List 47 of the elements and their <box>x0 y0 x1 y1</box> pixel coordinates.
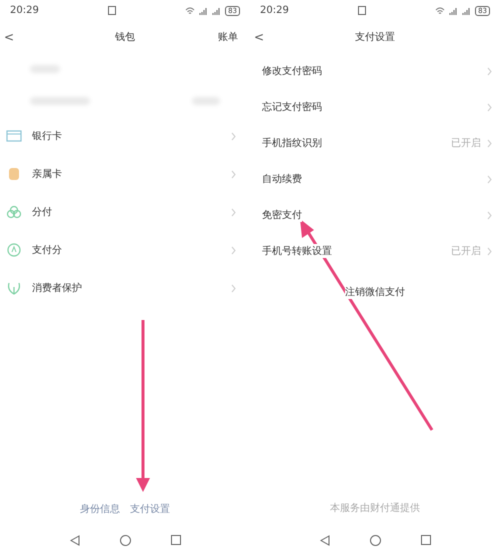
settings-item[interactable]: 修改支付密码 <box>250 53 500 89</box>
chevron-icon <box>487 138 492 148</box>
signal-icon <box>199 6 208 14</box>
footer-note: 本服务由财付通提供 <box>330 502 420 516</box>
wifi-icon <box>435 6 446 14</box>
recents-icon <box>420 535 430 545</box>
chevron-icon <box>231 170 236 178</box>
chevron-icon <box>487 102 492 112</box>
settings-item[interactable]: 手机指纹识别 已开启 <box>250 125 500 161</box>
chevron-icon <box>487 174 492 184</box>
chevron-icon <box>231 208 236 216</box>
chevron-icon <box>487 210 492 220</box>
back-icon <box>320 534 330 546</box>
signal-icon <box>462 6 472 14</box>
bill-link[interactable]: 账单 <box>218 30 250 44</box>
settings-item[interactable]: 忘记支付密码 <box>250 89 500 125</box>
wifi-icon <box>185 6 196 14</box>
list-item[interactable]: 银行卡 <box>0 117 250 155</box>
footer-link[interactable]: 身份信息 <box>80 502 120 516</box>
home-icon <box>370 534 380 546</box>
signal-icon <box>449 6 458 14</box>
list-item[interactable]: 消费者保护 <box>0 269 250 307</box>
screen-title: 支付设置 <box>355 30 395 44</box>
chevron-icon <box>231 284 236 292</box>
list-item[interactable]: 亲属卡 <box>0 155 250 193</box>
list-item[interactable]: 支付分 <box>0 231 250 269</box>
back-icon <box>70 534 80 546</box>
list-item[interactable]: 分付 <box>0 193 250 231</box>
settings-item[interactable]: 手机号转账设置 已开启 <box>250 233 500 269</box>
screen-title: 钱包 <box>115 31 135 44</box>
home-icon <box>120 534 130 546</box>
back-button[interactable]: < <box>250 30 264 44</box>
footer-link[interactable]: 支付设置 <box>130 502 170 516</box>
chevron-icon <box>487 66 492 76</box>
recents-icon <box>170 535 180 545</box>
chevron-icon <box>231 132 236 140</box>
settings-item[interactable]: 自动续费 <box>250 161 500 197</box>
cancel-link[interactable]: 注销微信支付 <box>345 285 405 299</box>
signal-icon <box>212 6 222 14</box>
status-time: 20:29 <box>10 5 39 16</box>
sim-icon <box>108 6 116 15</box>
back-button[interactable]: < <box>0 30 14 44</box>
chevron-icon <box>231 246 236 254</box>
sim-icon <box>358 6 366 15</box>
settings-item[interactable]: 免密支付 <box>250 197 500 233</box>
chevron-icon <box>487 246 492 256</box>
status-time: 20:29 <box>260 5 289 16</box>
